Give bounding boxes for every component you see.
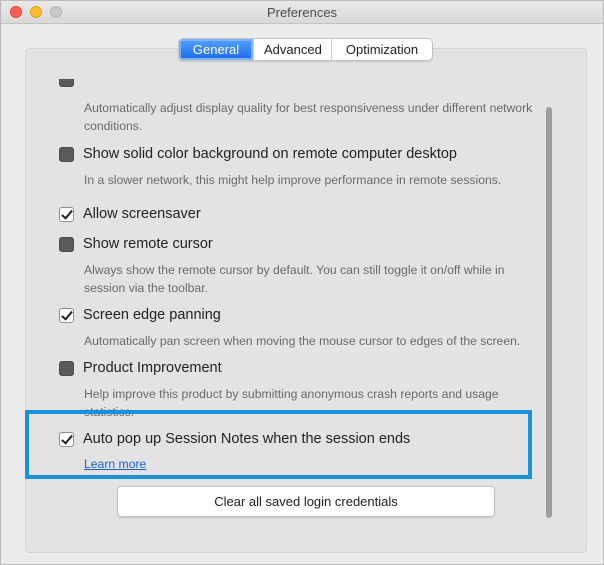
- title-bar: Preferences: [1, 1, 603, 24]
- tab-advanced[interactable]: Advanced: [253, 39, 331, 60]
- auto-session-notes-checkbox[interactable]: [59, 431, 74, 447]
- screen-edge-panning-checkbox[interactable]: [59, 307, 74, 323]
- window-title: Preferences: [266, 5, 338, 20]
- tab-bar: General Advanced Optimization: [178, 38, 433, 61]
- solid-background-description: In a slower network, this might help imp…: [84, 173, 502, 187]
- solid-background-label: Show solid color background on remote co…: [83, 146, 457, 162]
- option-auto-session-notes[interactable]: Auto pop up Session Notes when the sessi…: [59, 431, 410, 447]
- product-improvement-checkbox[interactable]: [59, 360, 74, 376]
- option-allow-screensaver[interactable]: Allow screensaver: [59, 206, 201, 222]
- allow-screensaver-label: Allow screensaver: [83, 206, 201, 222]
- solid-background-checkbox[interactable]: [59, 146, 74, 162]
- scrollbar-thumb[interactable]: [546, 107, 552, 518]
- product-improvement-label: Product Improvement: [83, 360, 222, 376]
- clear-credentials-button[interactable]: Clear all saved login credentials: [117, 486, 495, 517]
- adjust-quality-description: Automatically adjust display quality for…: [84, 101, 533, 133]
- allow-screensaver-checkbox[interactable]: [59, 206, 74, 222]
- show-remote-cursor-checkbox[interactable]: [59, 236, 74, 252]
- option-show-remote-cursor[interactable]: Show remote cursor: [59, 236, 213, 252]
- tab-general[interactable]: General: [179, 39, 253, 60]
- preferences-window: Preferences General Advanced Optimizatio…: [0, 0, 604, 565]
- show-remote-cursor-description: Always show the remote cursor by default…: [84, 263, 505, 295]
- option-screen-edge-panning[interactable]: Screen edge panning: [59, 307, 221, 323]
- auto-session-notes-label: Auto pop up Session Notes when the sessi…: [83, 431, 411, 447]
- show-remote-cursor-label: Show remote cursor: [83, 236, 213, 252]
- screen-edge-panning-description: Automatically pan screen when moving the…: [84, 334, 521, 348]
- learn-more-link[interactable]: Learn more: [84, 457, 146, 471]
- partial-checkbox[interactable]: [59, 79, 74, 88]
- screen-edge-panning-label: Screen edge panning: [83, 307, 221, 323]
- tab-optimization[interactable]: Optimization: [331, 39, 432, 60]
- option-solid-background[interactable]: Show solid color background on remote co…: [59, 146, 457, 162]
- option-product-improvement[interactable]: Product Improvement: [59, 360, 222, 376]
